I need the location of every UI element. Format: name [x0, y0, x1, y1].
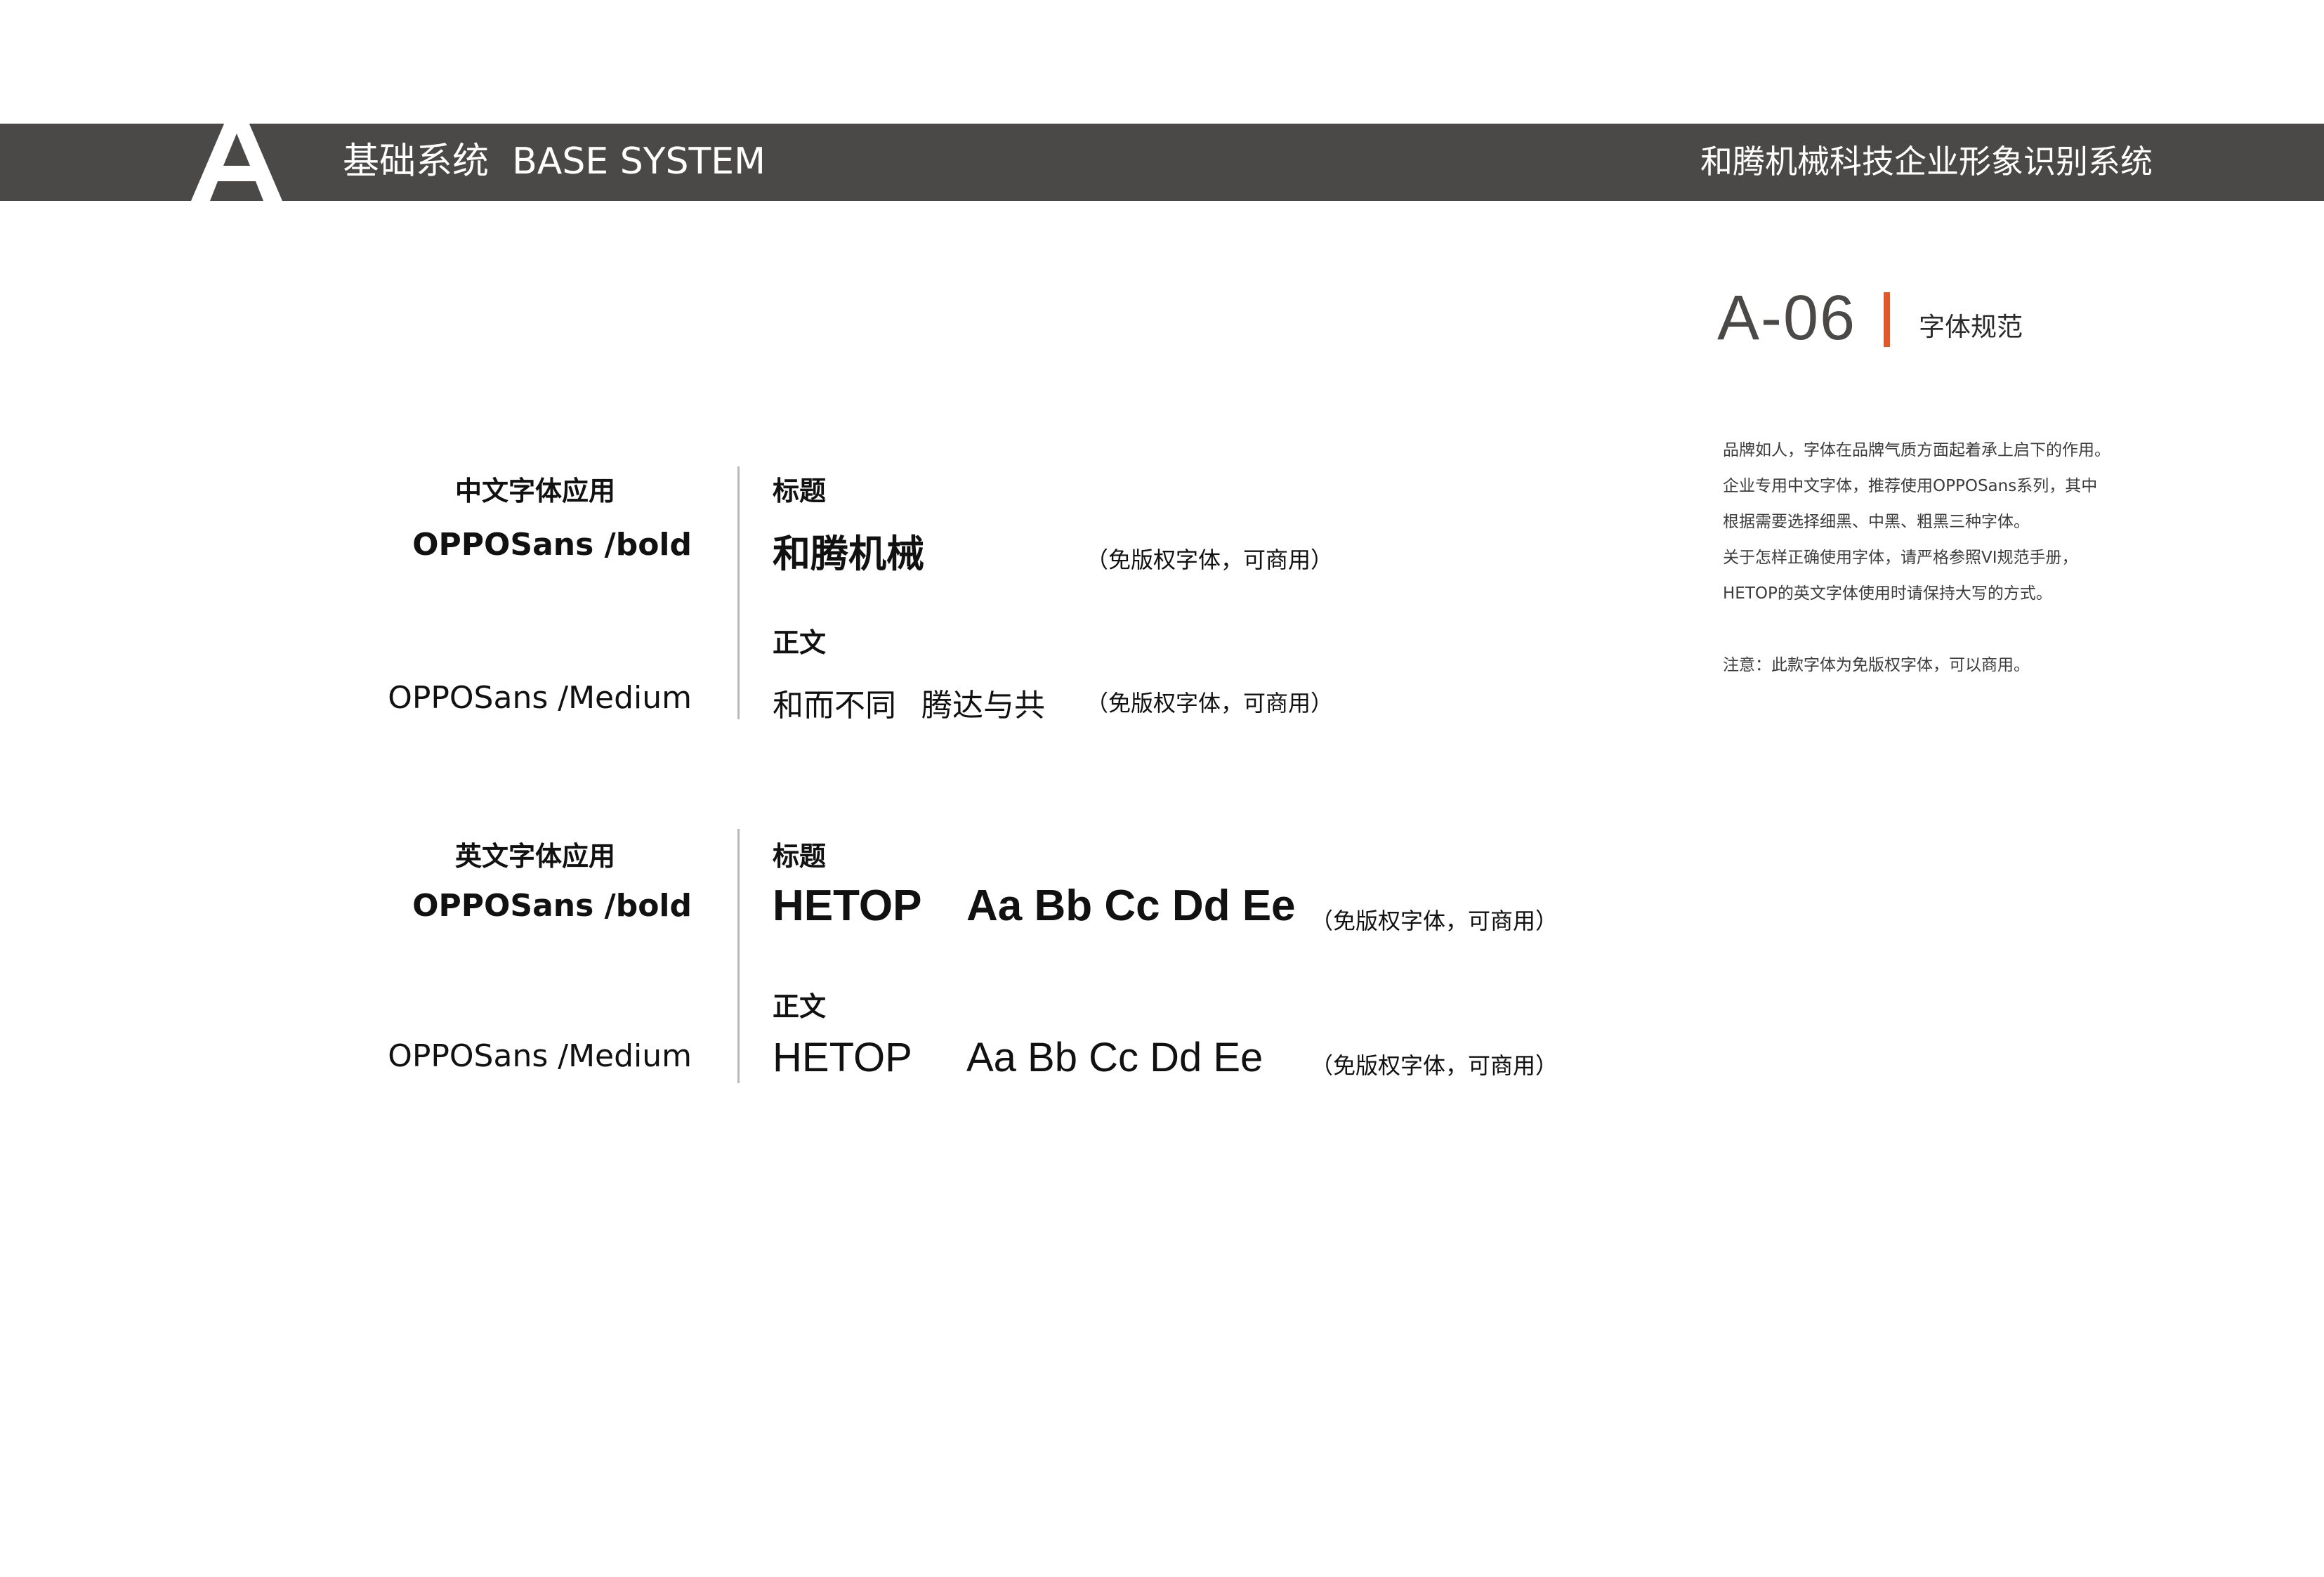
chinese-body-sample-1: 和而不同	[773, 688, 896, 724]
description-line: 根据需要选择细黑、中黑、粗黑三种字体。	[1723, 513, 2030, 531]
chinese-title-note: （免版权字体，可商用）	[1086, 547, 1334, 573]
page-code: A-06	[1717, 283, 1857, 353]
chinese-body-label: 正文	[773, 627, 827, 658]
chinese-body-font-name: OPPOSans /Medium	[388, 680, 692, 716]
description-line: HETOP的英文字体使用时请保持大写的方式。	[1723, 584, 2052, 603]
english-title-note: （免版权字体，可商用）	[1311, 908, 1558, 934]
chinese-body-note: （免版权字体，可商用）	[1086, 690, 1334, 716]
section-title: 基础系统 BASE SYSTEM	[343, 136, 766, 187]
english-divider	[737, 829, 740, 1083]
description-line: 关于怎样正确使用字体，请严格参照VI规范手册，	[1723, 549, 2078, 567]
section-logo-a	[191, 122, 282, 201]
description-note: 注意：此款字体为免版权字体，可以商用。	[1723, 656, 2030, 674]
english-body-font-name: OPPOSans /Medium	[388, 1038, 692, 1074]
company-title: 和腾机械科技企业形象识别系统	[1700, 143, 2153, 181]
chinese-title-sample: 和腾机械	[773, 532, 924, 576]
chinese-title-font-name: OPPOSans /bold	[412, 527, 692, 563]
english-title-brand: HETOP	[773, 882, 922, 930]
code-divider	[1884, 292, 1890, 347]
english-title-font-name: OPPOSans /bold	[412, 888, 692, 924]
chinese-divider	[737, 466, 740, 719]
section-title-cn: 基础系统	[343, 140, 490, 183]
english-body-label: 正文	[773, 991, 827, 1022]
chinese-title-label: 标题	[773, 476, 827, 506]
description-block: 品牌如人，字体在品牌气质方面起着承上启下的作用。 企业专用中文字体，推荐使用OP…	[1723, 433, 2214, 683]
english-body-note: （免版权字体，可商用）	[1311, 1052, 1558, 1079]
description-line: 品牌如人，字体在品牌气质方面起着承上启下的作用。	[1723, 441, 2110, 459]
english-title-label: 标题	[773, 841, 827, 872]
english-body-brand: HETOP	[773, 1035, 912, 1080]
english-category-label: 英文字体应用	[455, 841, 616, 872]
chinese-body-sample-2: 腾达与共	[921, 688, 1045, 724]
page-topic: 字体规范	[1919, 312, 2023, 342]
section-title-en: BASE SYSTEM	[512, 140, 766, 183]
english-body-alphabet: Aa Bb Cc Dd Ee	[966, 1035, 1263, 1080]
description-line: 企业专用中文字体，推荐使用OPPOSans系列，其中	[1723, 477, 2098, 495]
chinese-category-label: 中文字体应用	[455, 476, 616, 506]
english-title-alphabet: Aa Bb Cc Dd Ee	[966, 882, 1296, 930]
